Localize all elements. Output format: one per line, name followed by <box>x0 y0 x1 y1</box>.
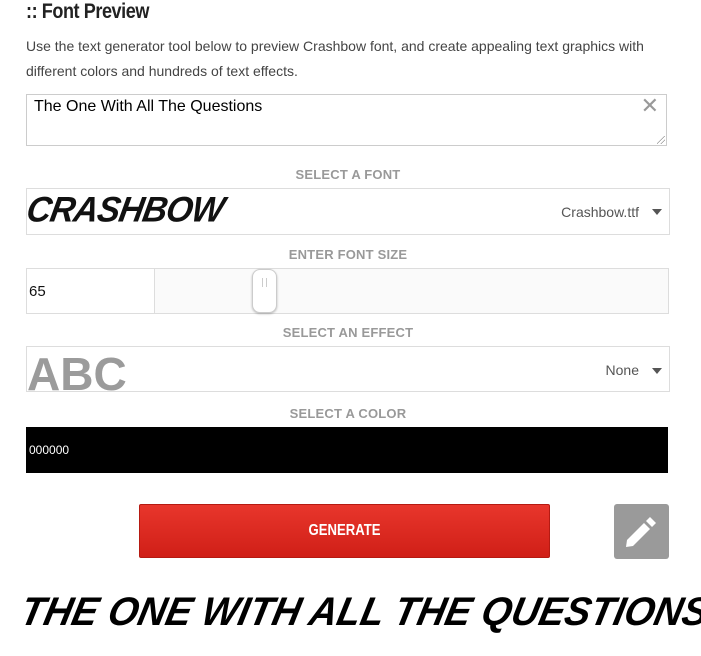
font-sample: CRASHBOW <box>23 190 227 230</box>
effect-sample: ABC <box>27 348 127 400</box>
grip-icon <box>262 278 267 287</box>
generated-preview: THE ONE WITH ALL THE QUESTIONS <box>16 590 701 634</box>
intro-text: Use the text generator tool below to pre… <box>26 38 644 79</box>
chevron-down-icon <box>652 209 662 215</box>
font-size-value: 65 <box>29 283 46 300</box>
pencil-icon <box>626 517 656 547</box>
close-icon[interactable]: ✕ <box>641 94 659 119</box>
enter-font-size-label: ENTER FONT SIZE <box>288 247 408 262</box>
slider-handle[interactable] <box>252 269 277 313</box>
preview-text-value: The One With All The Questions <box>34 98 263 115</box>
font-size-input[interactable]: 65 <box>27 269 155 313</box>
font-size-slider[interactable] <box>156 269 668 313</box>
color-value: 000000 <box>29 443 70 457</box>
page-title: :: Font Preview <box>26 0 150 23</box>
preview-text-input[interactable]: The One With All The Questions ✕ <box>26 94 667 146</box>
select-font-label: SELECT A FONT <box>295 167 401 182</box>
font-select-value: Crashbow.ttf <box>561 204 639 220</box>
effect-select[interactable]: ABC None <box>26 346 670 400</box>
select-effect-label: SELECT AN EFFECT <box>282 325 414 340</box>
resize-handle-icon[interactable] <box>657 136 665 144</box>
edit-button[interactable] <box>614 504 669 559</box>
effect-select-value: None <box>605 362 639 378</box>
chevron-down-icon <box>652 368 662 374</box>
color-picker[interactable]: 000000 <box>26 427 668 473</box>
font-select[interactable]: CRASHBOW Crashbow.ttf <box>23 188 670 235</box>
generate-button[interactable]: GENERATE <box>139 504 550 558</box>
select-color-label: SELECT A COLOR <box>289 406 407 421</box>
font-size-control: 65 <box>26 268 669 314</box>
generate-button-label: GENERATE <box>308 522 381 539</box>
